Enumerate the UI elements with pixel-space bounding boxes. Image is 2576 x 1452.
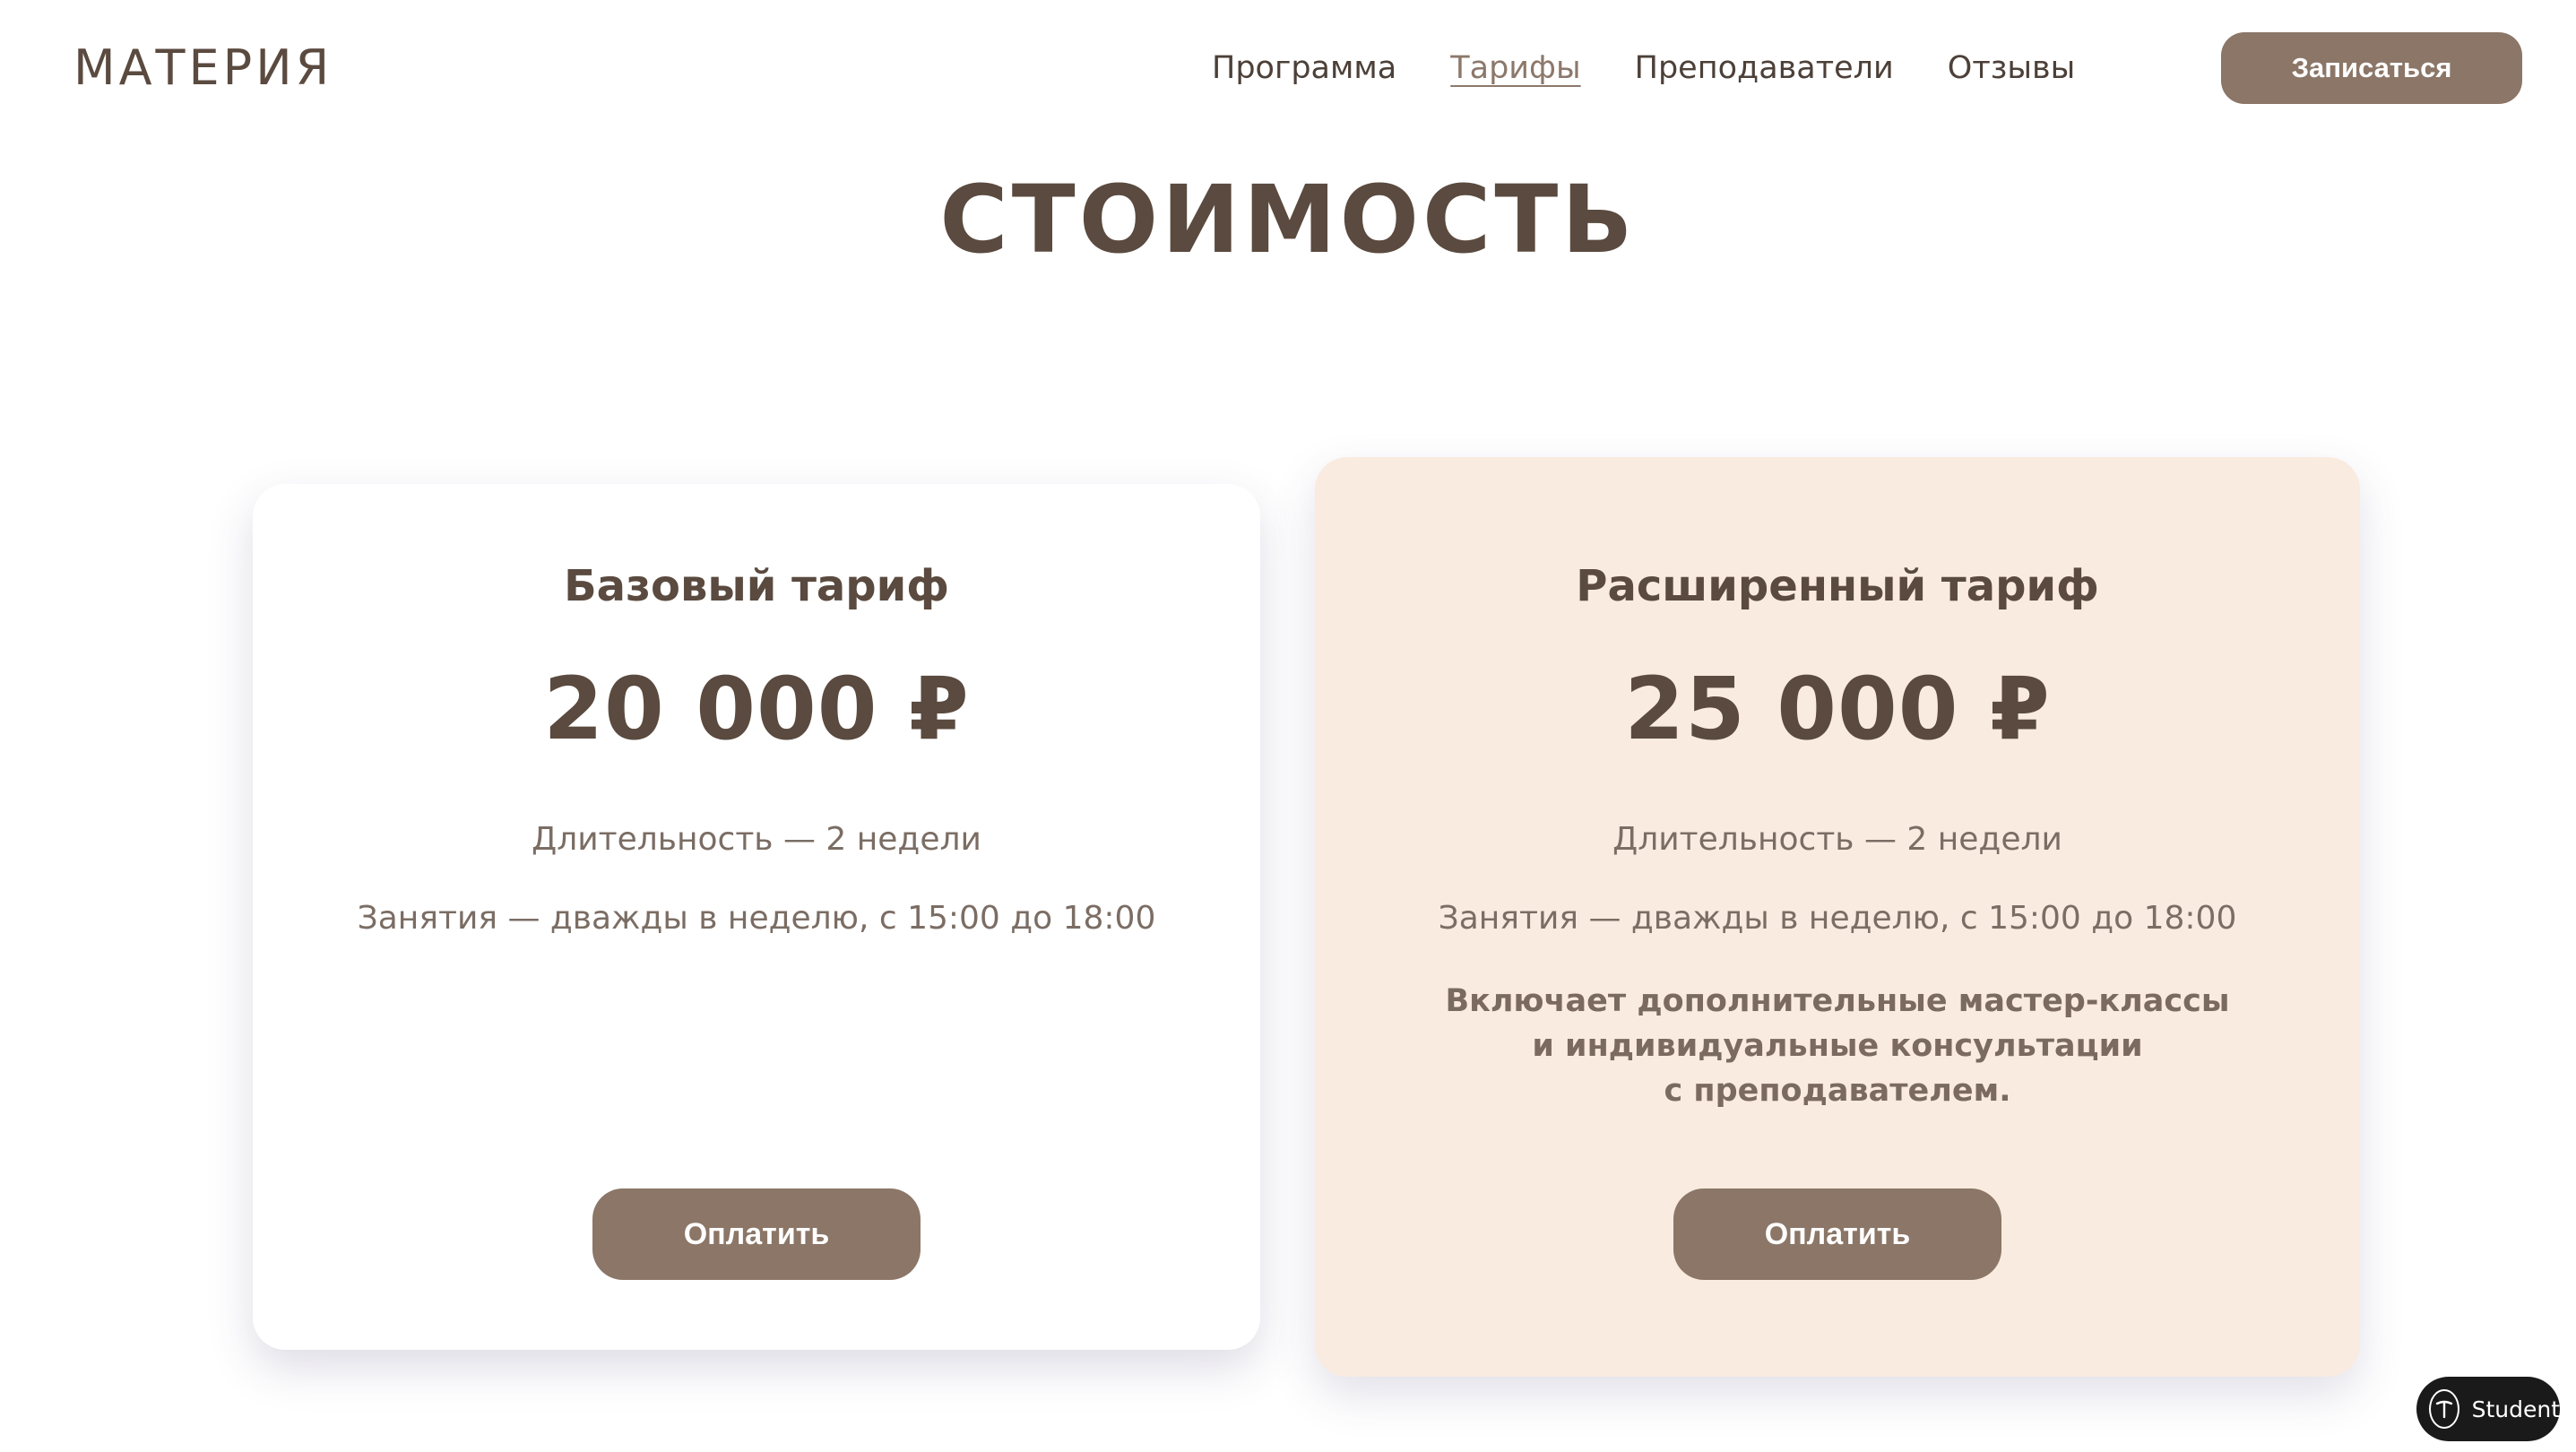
plan-extra-line: Включает дополнительные мастер-классы xyxy=(1445,983,2230,1019)
plan-extra-line: и индивидуальные консультации xyxy=(1532,1028,2143,1064)
section-title: СТОИМОСТЬ xyxy=(939,165,1637,274)
plan-duration: Длительность — 2 недели xyxy=(532,821,981,858)
pay-button-basic[interactable]: Оплатить xyxy=(592,1188,921,1280)
badge-label: Student xyxy=(2471,1396,2560,1422)
nav-link-tariffs[interactable]: Тарифы xyxy=(1450,36,1580,100)
nav-link-program[interactable]: Программа xyxy=(1212,36,1396,100)
main-nav: Программа Тарифы Преподаватели Отзывы xyxy=(1212,36,2129,100)
page: МАТЕРИЯ Программа Тарифы Преподаватели О… xyxy=(0,0,2576,1452)
pay-button-extended[interactable]: Оплатить xyxy=(1673,1188,2001,1280)
plan-duration: Длительность — 2 недели xyxy=(1612,821,2062,858)
plan-card-extended: Расширенный тариф 25 000 ₽ Длительность … xyxy=(1315,457,2360,1377)
plan-card-basic: Базовый тариф 20 000 ₽ Длительность — 2 … xyxy=(253,484,1260,1350)
plan-price: 20 000 ₽ xyxy=(543,659,970,759)
student-badge[interactable]: Student xyxy=(2416,1377,2560,1441)
nav-link-reviews[interactable]: Отзывы xyxy=(1948,36,2075,100)
plan-price: 25 000 ₽ xyxy=(1624,659,2051,759)
site-logo[interactable]: МАТЕРИЯ xyxy=(73,39,333,97)
plan-extra-line: с преподавателем. xyxy=(1664,1073,2011,1109)
plan-name: Базовый тариф xyxy=(564,561,949,611)
t-logo-icon xyxy=(2429,1389,2459,1429)
plan-schedule: Занятия — дважды в неделю, с 15:00 до 18… xyxy=(357,900,1156,937)
plan-name: Расширенный тариф xyxy=(1576,561,2099,611)
plan-schedule: Занятия — дважды в неделю, с 15:00 до 18… xyxy=(1438,900,2237,937)
nav-link-teachers[interactable]: Преподаватели xyxy=(1635,36,1894,100)
signup-button[interactable]: Записаться xyxy=(2221,32,2522,104)
